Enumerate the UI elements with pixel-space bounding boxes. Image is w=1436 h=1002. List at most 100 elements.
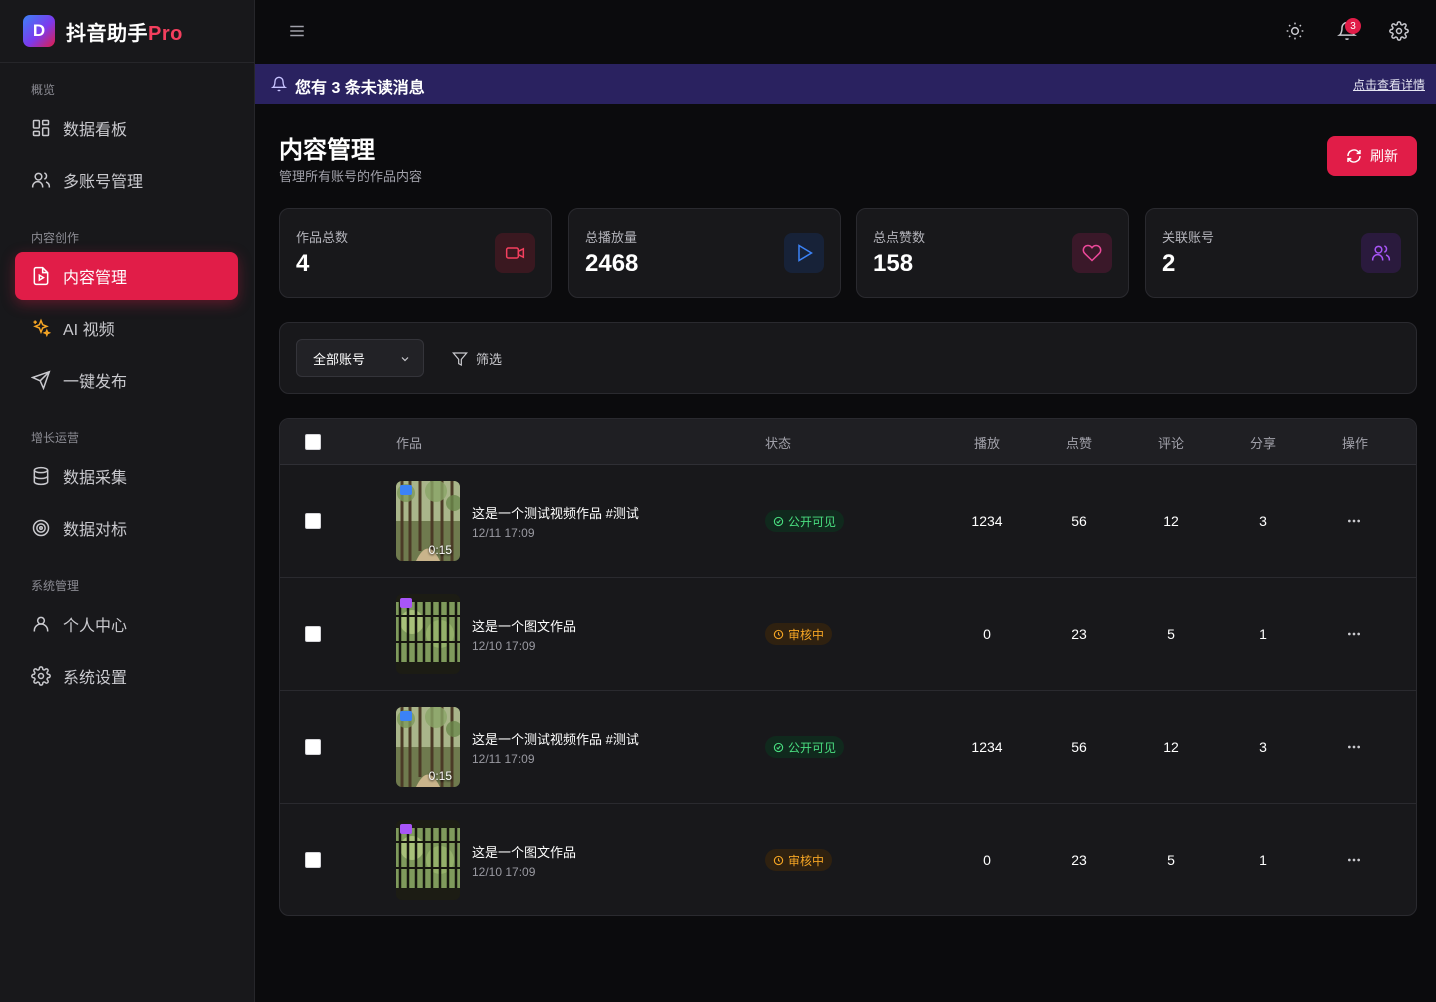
stat-icon-box (1072, 233, 1112, 273)
status-badge: 公开可见 (765, 736, 845, 758)
clock-icon (773, 629, 784, 639)
plays-count: 0 (983, 626, 991, 642)
notification-badge: 3 (1345, 18, 1361, 34)
refresh-button[interactable]: 刷新 (1327, 136, 1417, 176)
users-icon (31, 172, 51, 188)
likes-count: 56 (1071, 739, 1087, 755)
more-actions-icon[interactable] (1346, 513, 1362, 529)
sidebar-item-ai-video[interactable]: AI 视频 (15, 304, 238, 352)
image-tag-icon (400, 824, 412, 834)
stat-value: 2468 (585, 250, 639, 277)
sidebar-item-benchmark[interactable]: 数据对标 (15, 504, 238, 552)
select-all-checkbox[interactable] (305, 434, 321, 450)
image-tag-icon (400, 598, 412, 608)
filter-label: 筛选 (476, 352, 503, 367)
row-checkbox[interactable] (305, 513, 321, 529)
likes-count: 23 (1071, 852, 1087, 868)
sparkles-icon (33, 318, 51, 338)
nav-section-growth: 增长运营 (31, 431, 80, 445)
video-thumbnail[interactable]: 0:15 (396, 707, 460, 787)
filter-button[interactable]: 筛选 (452, 349, 502, 368)
sidebar-item-label: 一键发布 (63, 374, 128, 391)
stat-card-works: 作品总数 4 (279, 208, 552, 298)
comments-count: 12 (1163, 739, 1179, 755)
work-date: 12/11 17:09 (472, 526, 535, 540)
sidebar-item-accounts[interactable]: 多账号管理 (15, 156, 238, 204)
menu-icon[interactable] (288, 22, 306, 40)
settings-icon[interactable] (1389, 21, 1409, 41)
plays-count: 1234 (971, 513, 1003, 529)
image-thumbnail[interactable] (396, 594, 460, 674)
users-icon (1371, 245, 1391, 261)
table-row[interactable]: 这是一个图文作品 12/10 17:09 审核中 0 23 5 1 (280, 804, 1416, 915)
sidebar-item-label: 数据采集 (63, 470, 128, 487)
target-icon (32, 519, 50, 537)
video-thumbnail[interactable]: 0:15 (396, 481, 460, 561)
sidebar-item-label: 数据看板 (63, 122, 128, 139)
brand-suffix: Pro (148, 22, 183, 45)
refresh-label: 刷新 (1370, 148, 1398, 164)
video-duration: 0:15 (428, 769, 452, 783)
more-actions-icon[interactable] (1346, 852, 1362, 868)
stat-value: 158 (873, 250, 914, 277)
page-title: 内容管理 (279, 137, 375, 164)
theme-toggle-icon[interactable] (1285, 21, 1305, 41)
column-header-likes: 点赞 (1065, 436, 1093, 451)
video-tag-icon (400, 485, 412, 495)
bell-icon (271, 76, 287, 92)
table-row[interactable]: 0:15 这是一个测试视频作品 #测试 12/11 17:09 公开可见 123… (280, 465, 1416, 578)
refresh-icon (1347, 149, 1361, 163)
shares-count: 1 (1259, 852, 1267, 868)
stat-icon-box (1361, 233, 1401, 273)
comments-count: 5 (1167, 626, 1175, 642)
notification-banner: 您有 3 条未读消息 点击查看详情 (255, 64, 1436, 104)
sidebar-item-dashboard[interactable]: 数据看板 (15, 104, 238, 152)
stat-value: 4 (296, 250, 310, 277)
dashboard-icon (32, 119, 50, 137)
work-title[interactable]: 这是一个测试视频作品 #测试 (472, 729, 639, 748)
stat-icon-box (495, 233, 535, 273)
work-title[interactable]: 这是一个图文作品 (472, 616, 576, 635)
stat-value: 2 (1162, 250, 1176, 277)
status-text: 审核中 (788, 627, 825, 642)
work-title[interactable]: 这是一个测试视频作品 #测试 (472, 503, 639, 522)
column-header-plays: 播放 (973, 436, 1001, 451)
image-thumbnail[interactable] (396, 820, 460, 900)
table-row[interactable]: 这是一个图文作品 12/10 17:09 审核中 0 23 5 1 (280, 578, 1416, 691)
more-actions-icon[interactable] (1346, 739, 1362, 755)
stat-icon-box (784, 233, 824, 273)
brand[interactable]: D 抖音助手Pro (0, 0, 254, 63)
status-badge: 公开可见 (765, 510, 845, 532)
row-checkbox[interactable] (305, 626, 321, 642)
sidebar: D 抖音助手Pro 概览 数据看板 多账号管理 内容创作 内容管理 AI 视频 … (0, 0, 255, 1002)
row-checkbox[interactable] (305, 739, 321, 755)
nav-section-content: 内容创作 (31, 231, 80, 245)
user-icon (33, 616, 49, 632)
sidebar-item-content[interactable]: 内容管理 (15, 252, 238, 300)
stat-card-accounts: 关联账号 2 (1145, 208, 1418, 298)
column-header-shares: 分享 (1249, 436, 1277, 451)
sidebar-item-label: 数据对标 (63, 522, 128, 539)
filter-bar: 全部账号 筛选 (279, 322, 1417, 394)
send-icon (31, 370, 51, 390)
sidebar-item-settings[interactable]: 系统设置 (15, 652, 238, 700)
column-header-actions: 操作 (1341, 436, 1369, 451)
video-camera-icon (505, 247, 525, 259)
work-title[interactable]: 这是一个图文作品 (472, 842, 576, 861)
sidebar-item-data-collection[interactable]: 数据采集 (15, 452, 238, 500)
stat-card-plays: 总播放量 2468 (568, 208, 841, 298)
sidebar-item-profile[interactable]: 个人中心 (15, 600, 238, 648)
account-select[interactable]: 全部账号 (296, 339, 424, 377)
status-badge: 审核中 (765, 623, 833, 645)
banner-details-link[interactable]: 点击查看详情 (1353, 76, 1425, 93)
check-circle-icon (773, 742, 784, 752)
sidebar-item-publish[interactable]: 一键发布 (15, 356, 238, 404)
likes-count: 56 (1071, 513, 1087, 529)
status-text: 公开可见 (788, 514, 837, 529)
brand-name: 抖音助手Pro (66, 17, 183, 46)
row-checkbox[interactable] (305, 852, 321, 868)
video-tag-icon (400, 711, 412, 721)
table-row[interactable]: 0:15 这是一个测试视频作品 #测试 12/11 17:09 公开可见 123… (280, 691, 1416, 804)
nav-section-system: 系统管理 (31, 579, 80, 593)
more-actions-icon[interactable] (1346, 626, 1362, 642)
